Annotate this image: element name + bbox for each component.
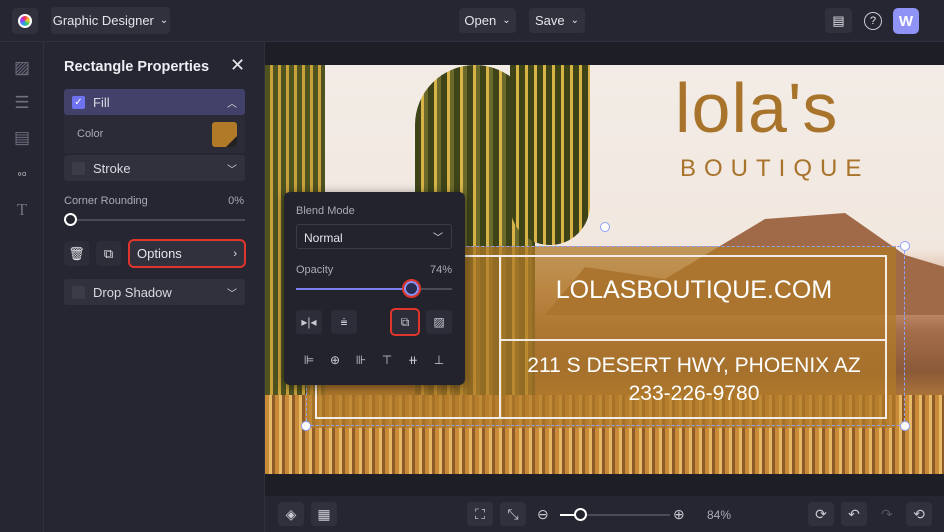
delete-button[interactable]: 🗑	[64, 241, 89, 266]
drop-shadow-section-header[interactable]: Drop Shadow ﹀	[64, 279, 245, 305]
chevron-up-icon[interactable]: ︿	[227, 95, 237, 110]
zoom-out-icon[interactable]: ⊖	[537, 506, 549, 523]
align-top-icon[interactable]: ⊤	[374, 348, 400, 372]
app-logo[interactable]	[12, 8, 38, 34]
opacity-value: 74%	[429, 264, 452, 276]
fit-screen-icon[interactable]: ⛶	[467, 502, 493, 526]
bring-forward-icon[interactable]: ⧉	[390, 308, 420, 336]
color-row: Color	[64, 115, 245, 153]
bottom-toolbar: ◈ ▦ ⛶ ⤡ ⊖ ⊕ 84% ⟳ ↶ ↷ ⟲	[265, 496, 944, 532]
refresh-icon[interactable]: ⟳	[808, 502, 834, 526]
options-popup: Blend Mode Normal ﹀ Opacity 74% ▸|◂ ⩧ ⧉ ▨…	[284, 192, 465, 385]
panel-title: Rectangle Properties	[64, 59, 210, 75]
slider-thumb[interactable]	[64, 213, 77, 226]
layers-icon[interactable]: ◈	[278, 502, 304, 526]
adjustments-icon[interactable]: ☰	[12, 93, 32, 113]
rectangle-properties-panel: Rectangle Properties ✕ ✓ Fill ︿ Color St…	[44, 42, 265, 532]
chevron-down-icon[interactable]: ﹀	[227, 161, 237, 176]
chevron-down-icon: ﹀	[433, 233, 443, 244]
opacity-slider[interactable]	[296, 279, 452, 298]
avatar[interactable]: W	[893, 8, 919, 34]
comments-icon[interactable]: ▤	[825, 8, 852, 33]
corner-rounding-slider[interactable]	[64, 213, 245, 226]
zoom-in-icon[interactable]: ⊕	[673, 506, 685, 523]
corner-rounding-label: Corner Rounding	[64, 195, 148, 207]
fill-color-swatch[interactable]	[212, 121, 237, 147]
opacity-slider-thumb[interactable]	[402, 279, 422, 298]
align-bottom-icon[interactable]: ⊥	[426, 348, 452, 372]
send-backward-icon[interactable]: ▨	[426, 310, 452, 334]
brand-subtitle[interactable]: BOUTIQUE	[680, 155, 869, 183]
image-icon[interactable]: ▨	[12, 58, 32, 78]
text-icon[interactable]: T	[12, 200, 32, 220]
help-icon[interactable]: ?	[864, 12, 882, 30]
chevron-right-icon: ›	[233, 247, 237, 260]
flip-vertical-icon[interactable]: ⩧	[331, 310, 357, 334]
close-icon[interactable]: ✕	[230, 55, 245, 76]
top-bar: Graphic Designer ⌄ Open ⌄ Save ⌄ ▤ ? W	[0, 0, 944, 42]
align-right-icon[interactable]: ⊪	[348, 348, 374, 372]
layout-icon[interactable]: ▤	[12, 128, 32, 148]
project-type-dropdown[interactable]: Graphic Designer ⌄	[51, 7, 170, 34]
fill-section-header[interactable]: ✓ Fill ︿	[64, 89, 245, 115]
save-button[interactable]: Save ⌄	[529, 8, 585, 33]
drop-shadow-checkbox[interactable]	[72, 285, 85, 299]
left-nav: ▨ ☰ ▤ ◦▫ T	[0, 42, 44, 532]
chevron-down-icon: ⌄	[159, 15, 169, 26]
align-center-vertical-icon[interactable]: ⧺	[400, 348, 426, 372]
resize-handle-br[interactable]	[900, 421, 910, 431]
duplicate-button[interactable]: ⧉	[96, 241, 121, 266]
resize-handle-tr[interactable]	[900, 241, 910, 251]
options-button[interactable]: Options ›	[128, 239, 246, 268]
zoom-value: 84%	[707, 508, 732, 522]
history-icon[interactable]: ⟲	[906, 502, 932, 526]
corner-rounding-value: 0%	[228, 195, 244, 207]
resize-handle-bl[interactable]	[301, 421, 311, 431]
trash-icon: 🗑	[68, 245, 85, 261]
undo-icon[interactable]: ↶	[841, 502, 867, 526]
shrink-icon[interactable]: ⤡	[500, 502, 526, 526]
open-button[interactable]: Open ⌄	[459, 8, 516, 33]
zoom-slider-thumb[interactable]	[574, 508, 587, 521]
zoom-slider[interactable]	[560, 508, 670, 521]
blend-mode-label: Blend Mode	[296, 205, 355, 217]
rotate-handle[interactable]	[600, 222, 610, 232]
redo-icon[interactable]: ↷	[874, 502, 900, 526]
align-center-horizontal-icon[interactable]: ⊕	[322, 348, 348, 372]
chevron-down-icon: ⌄	[502, 15, 511, 26]
stroke-checkbox[interactable]	[72, 161, 85, 175]
chevron-down-icon: ⌄	[570, 15, 580, 26]
grid-icon[interactable]: ▦	[311, 502, 337, 526]
opacity-label: Opacity	[296, 264, 334, 276]
brand-name[interactable]: lola's	[675, 68, 838, 148]
duplicate-icon: ⧉	[103, 245, 114, 261]
blend-mode-select[interactable]: Normal ﹀	[296, 224, 452, 249]
chevron-down-icon[interactable]: ﹀	[227, 285, 237, 300]
flip-horizontal-icon[interactable]: ▸|◂	[296, 310, 322, 334]
shapes-icon[interactable]: ◦▫	[12, 164, 32, 184]
align-left-icon[interactable]: ⊫	[296, 348, 322, 372]
fill-checkbox[interactable]: ✓	[72, 95, 85, 109]
stroke-section-header[interactable]: Stroke ﹀	[64, 155, 245, 181]
